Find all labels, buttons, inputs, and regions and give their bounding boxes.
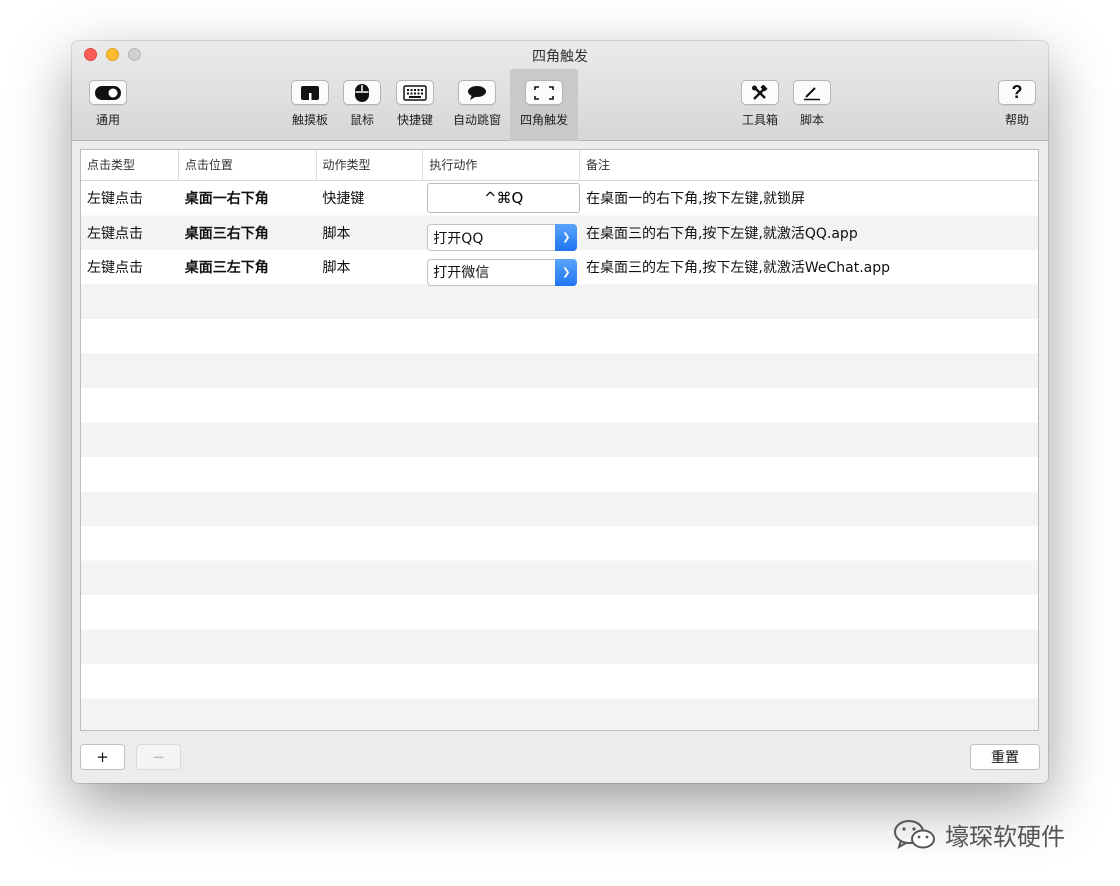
toolbar-label: 通用 xyxy=(95,113,120,127)
mouse-icon xyxy=(343,80,381,105)
cell-position: 桌面一右下角 xyxy=(184,191,269,208)
cell-action: ^⌘Q xyxy=(423,181,581,216)
titlebar: 四角触发 通用 触摸板 鼠标 快捷键 自动跳窗 四角触发 工具箱 脚本 ? 帮助 xyxy=(72,41,1048,141)
remove-row-button[interactable]: − xyxy=(136,744,181,770)
cell-note[interactable]: 在桌面三的右下角,按下左键,就激活QQ.app xyxy=(580,216,1038,251)
cell-action: 打开微信 ❯ xyxy=(423,250,580,286)
pen-icon xyxy=(793,80,831,105)
script-select[interactable]: 打开QQ ❯ xyxy=(427,224,578,252)
cell-note[interactable]: 在桌面三的左下角,按下左键,就激活WeChat.app xyxy=(580,250,1038,285)
reset-button[interactable]: 重置 xyxy=(970,744,1040,770)
table-row[interactable]: 左键点击 桌面三左下角 脚本 打开微信 ❯ 在桌面三的左下角,按下左键,就激活W… xyxy=(81,250,1038,286)
table-row[interactable]: 左键点击 桌面三右下角 脚本 打开QQ ❯ 在桌面三的右下角,按下左键,就激活Q… xyxy=(81,216,1038,252)
table-body: 左键点击 桌面一右下角 快捷键 ^⌘Q 在桌面一的右下角,按下左键,就锁屏 左键… xyxy=(81,181,1038,730)
script-select[interactable]: 打开微信 ❯ xyxy=(427,258,578,286)
toolbar-item-general[interactable]: 通用 xyxy=(76,71,140,139)
cell-note[interactable]: 在桌面一的右下角,按下左键,就锁屏 xyxy=(580,181,1038,216)
cell-position: 桌面三右下角 xyxy=(184,225,269,242)
hot-corners-table: 点击类型 点击位置 动作类型 执行动作 备注 左键点击 桌面一右下角 快捷键 ^… xyxy=(80,149,1039,731)
toolbar-label: 工具箱 xyxy=(741,113,778,127)
column-header-click-type[interactable]: 点击类型 xyxy=(81,150,179,181)
cell-click-type: 左键点击 xyxy=(87,191,143,208)
script-select-value: 打开QQ xyxy=(433,230,484,247)
toolbar-item-shortcuts[interactable]: 快捷键 xyxy=(383,71,447,139)
wechat-icon xyxy=(894,819,935,849)
chevron-down-icon[interactable]: ❯ xyxy=(555,224,578,252)
tools-icon xyxy=(741,80,779,105)
toolbar-item-help[interactable]: ? 帮助 xyxy=(985,71,1048,139)
add-row-button[interactable]: + xyxy=(80,744,125,770)
cell-click-type: 左键点击 xyxy=(87,225,143,242)
shortcut-recorder-field[interactable]: ^⌘Q xyxy=(427,183,581,214)
toolbar-label: 四角触发 xyxy=(519,113,568,127)
toolbar-item-scripts[interactable]: 脚本 xyxy=(780,71,844,139)
toggle-icon xyxy=(89,80,127,105)
toolbar-item-auto-window[interactable]: 自动跳窗 xyxy=(445,71,509,139)
cell-action: 打开QQ ❯ xyxy=(423,216,580,252)
bottom-bar: + − 重置 xyxy=(80,743,1040,771)
table-header: 点击类型 点击位置 动作类型 执行动作 备注 xyxy=(81,150,1038,181)
column-header-action-type[interactable]: 动作类型 xyxy=(317,150,424,181)
toolbar-label: 脚本 xyxy=(799,113,824,127)
toolbar-label: 帮助 xyxy=(1004,113,1029,127)
cell-click-type: 左键点击 xyxy=(87,260,143,277)
toolbar-label: 自动跳窗 xyxy=(452,113,501,127)
window-title: 四角触发 xyxy=(532,49,588,65)
cell-action-type: 脚本 xyxy=(322,260,351,277)
column-header-note[interactable]: 备注 xyxy=(580,150,1038,181)
keyboard-icon xyxy=(396,80,434,105)
column-header-position[interactable]: 点击位置 xyxy=(179,150,317,181)
question-icon: ? xyxy=(998,80,1036,105)
speech-bubble-icon xyxy=(458,80,496,105)
toolbar-label: 鼠标 xyxy=(349,113,374,127)
toolbar-label: 快捷键 xyxy=(396,113,433,127)
chevron-down-icon[interactable]: ❯ xyxy=(555,258,578,286)
corners-icon xyxy=(525,80,563,105)
cell-action-type: 脚本 xyxy=(322,225,351,242)
cell-action-type: 快捷键 xyxy=(322,191,365,208)
cell-position: 桌面三左下角 xyxy=(184,260,269,277)
watermark-text: 壕琛软硬件 xyxy=(945,823,1065,851)
table-row[interactable]: 左键点击 桌面一右下角 快捷键 ^⌘Q 在桌面一的右下角,按下左键,就锁屏 xyxy=(81,181,1038,216)
toolbar-item-hot-corners[interactable]: 四角触发 xyxy=(510,69,578,141)
column-header-action[interactable]: 执行动作 xyxy=(423,150,580,181)
trackpad-icon xyxy=(291,80,329,105)
watermark: 壕琛软硬件 xyxy=(893,817,1065,852)
app-window: 四角触发 通用 触摸板 鼠标 快捷键 自动跳窗 四角触发 工具箱 脚本 ? 帮助… xyxy=(72,41,1048,783)
toolbar-label: 触摸板 xyxy=(291,113,328,127)
script-select-value: 打开微信 xyxy=(433,265,490,282)
